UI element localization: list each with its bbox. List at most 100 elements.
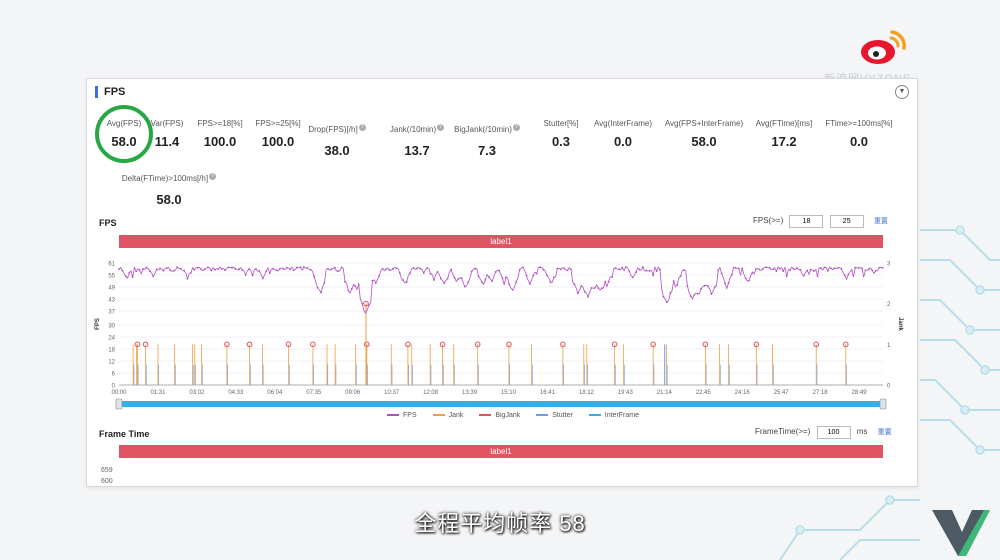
fps-point — [213, 268, 216, 271]
fps-point — [415, 267, 418, 270]
fps-point — [871, 269, 874, 272]
fps-point — [850, 269, 853, 272]
fps-point — [433, 279, 435, 281]
fps-point — [272, 267, 274, 270]
y-tick-label: 18 — [108, 348, 115, 354]
x-tick-label: 25:47 — [774, 390, 790, 396]
metric-11: FTime>=100ms[%] 0.0 — [809, 119, 909, 149]
fps-point — [333, 266, 336, 269]
fps-point — [265, 270, 268, 273]
fps-point — [481, 281, 483, 284]
fps-point — [590, 287, 593, 289]
fps-label-bar[interactable]: label1 — [119, 235, 883, 248]
fps-point — [121, 269, 124, 272]
metric-label: Drop(FPS)[/h] — [308, 125, 358, 134]
fps-point — [587, 295, 590, 298]
fps-point — [330, 268, 333, 271]
fps-point — [203, 268, 206, 271]
fps-reset-link[interactable]: 重置 — [874, 218, 888, 225]
help-icon[interactable]: ? — [209, 173, 217, 181]
fps-point — [754, 268, 757, 270]
fps-point — [251, 274, 254, 277]
fps-point — [443, 282, 446, 285]
fps-point — [861, 267, 863, 270]
range-handle-right[interactable] — [879, 398, 887, 410]
fps-point — [782, 270, 785, 272]
fps-point — [207, 266, 209, 269]
fps-point — [326, 267, 329, 270]
fps-point — [388, 269, 391, 271]
fps-point — [402, 279, 405, 282]
range-handle-left[interactable] — [115, 398, 123, 410]
fps-point — [501, 277, 504, 279]
fps-point — [162, 269, 165, 272]
y2-axis-label: Jank — [897, 317, 903, 331]
legend-interframe[interactable]: InterFrame — [588, 412, 639, 419]
x-tick-label: 03:02 — [189, 390, 205, 396]
fps-point — [552, 276, 555, 279]
y2-tick-label: 0 — [887, 384, 891, 390]
fps-point — [847, 273, 850, 276]
fps-point — [607, 280, 610, 283]
fps-point — [159, 267, 161, 270]
fps-point — [248, 268, 251, 271]
legend-fps[interactable]: FPS — [387, 412, 417, 419]
fps-point — [532, 274, 535, 277]
frametime-threshold-input[interactable] — [816, 426, 851, 439]
fps-point — [426, 267, 429, 269]
fps-point — [155, 268, 158, 271]
fps-point — [823, 266, 826, 269]
fps-point — [710, 293, 713, 295]
fps-point — [652, 274, 655, 277]
x-tick-label: 06:04 — [267, 390, 283, 396]
fps-point — [145, 266, 148, 269]
fps-point — [820, 267, 822, 270]
fps-point — [542, 268, 545, 271]
fps-point — [169, 269, 172, 272]
fps-point — [556, 267, 559, 270]
fps-point — [570, 268, 572, 271]
fps-point — [796, 267, 798, 269]
fps-threshold-18-input[interactable] — [789, 215, 824, 228]
help-icon[interactable]: ? — [358, 124, 366, 132]
fps-point — [597, 287, 600, 289]
fps-point — [429, 272, 432, 275]
fps-point — [765, 266, 768, 269]
fps-point — [693, 294, 696, 297]
fps-point — [470, 270, 473, 273]
fps-point — [474, 267, 477, 270]
fps-point — [494, 270, 497, 273]
fps-point — [446, 277, 449, 280]
chart-legend: FPS Jank BigJank Stutter InterFrame — [387, 412, 653, 419]
fps-point — [477, 275, 480, 278]
x-tick-label: 24:16 — [735, 390, 751, 396]
fps-point — [724, 282, 726, 285]
frametime-label-bar[interactable]: label1 — [119, 445, 883, 458]
legend-stutter[interactable]: Stutter — [536, 412, 573, 419]
frametime-reset-link[interactable]: 重置 — [878, 429, 892, 436]
y2-tick-label: 2 — [887, 302, 891, 308]
fps-threshold-control: FPS(>=) 重置 — [753, 215, 888, 228]
y-tick-label: 37 — [108, 310, 115, 316]
fps-threshold-25-input[interactable] — [829, 215, 864, 228]
fps-point — [628, 270, 631, 272]
fps-point — [511, 288, 514, 291]
fps-point — [600, 287, 603, 290]
legend-bigjank[interactable]: BigJank — [479, 412, 520, 419]
fps-point — [457, 278, 459, 281]
x-tick-label: 19:43 — [618, 390, 634, 396]
x-tick-label: 09:06 — [345, 390, 361, 396]
fps-point — [152, 275, 155, 278]
metric-label: Jank(/10min) — [389, 125, 437, 134]
x-tick-label: 16:41 — [540, 390, 556, 396]
fps-point — [799, 268, 802, 271]
range-scrollbar[interactable] — [119, 401, 883, 407]
metric-12: Delta(FTime)>100ms[/h]? 58.0 — [119, 168, 219, 207]
collapse-chevron-icon[interactable]: ▼ — [895, 85, 909, 99]
fps-point — [539, 266, 542, 269]
fps-point — [813, 270, 815, 272]
fps-point — [833, 267, 836, 270]
fps-point — [844, 274, 846, 277]
legend-jank[interactable]: Jank — [432, 412, 463, 419]
fps-point — [183, 269, 185, 272]
